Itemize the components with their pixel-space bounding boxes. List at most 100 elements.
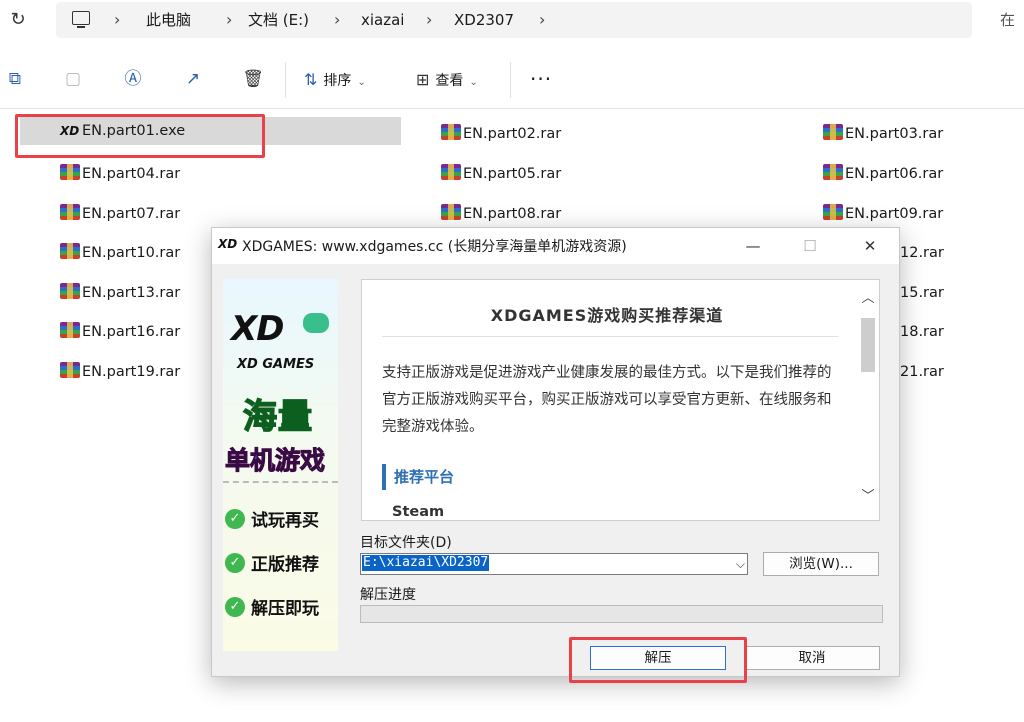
info-scrollbar[interactable]: ︿ ﹀ [858,280,878,520]
sort-label: 排序 [323,73,352,89]
address-bar: ↻ › 此电脑 › 文档 (E:) › xiazai › XD2307 › 在 [0,0,1024,46]
file-item[interactable]: EN.part03.rar [823,120,943,148]
file-name: EN.part04.rar [82,166,181,182]
highlight-box [569,637,747,683]
breadcrumb-this-pc[interactable]: 此电脑 [146,2,191,38]
gamepad-icon [303,313,329,333]
file-name: EN.part05.rar [463,166,562,182]
file-name: EN.part16.rar [82,324,181,340]
dest-path-combobox[interactable]: E:\xiazai\XD2307 ⌵ [360,553,748,575]
info-paragraph: 支持正版游戏是促进游戏产业健康发展的最佳方式。以下是我们推荐的官方正版游戏购买平… [382,365,832,435]
file-name: EN.part19.rar [82,364,181,380]
sort-icon: ⇅ [304,70,318,89]
extract-progress-bar [360,605,883,623]
dest-path-value[interactable]: E:\xiazai\XD2307 [362,555,490,571]
dialog-title: XDGAMES: www.xdgames.cc (长期分享海量单机游戏资源) [242,239,627,255]
banner-divider [223,481,338,489]
scroll-thumb[interactable] [861,318,875,372]
rar-archive-icon [60,322,80,338]
search-box[interactable]: 在 [1000,0,1015,40]
rar-archive-icon [60,283,80,299]
chevron-right-icon[interactable]: › [226,2,232,38]
rar-archive-icon [823,124,843,140]
banner-headline: 海量 [242,396,313,438]
toolbar-divider [510,62,511,98]
check-circle-icon: ✓ [225,509,245,529]
file-name: EN.part10.rar [82,245,181,261]
file-item[interactable]: EN.part07.rar [60,200,180,228]
minimize-icon[interactable]: — [740,234,766,258]
rar-archive-icon [60,243,80,259]
view-button[interactable]: ⊞ 查看 ⌄ [416,68,478,92]
breadcrumb[interactable]: › 此电脑 › 文档 (E:) › xiazai › XD2307 › [56,2,972,38]
chevron-right-icon[interactable]: › [426,2,432,38]
file-item[interactable]: EN.part16.rar [60,318,180,346]
view-label: 查看 [435,73,464,89]
toolbar-divider [285,62,286,98]
file-item[interactable]: EN.part05.rar [441,160,561,188]
info-title: XDGAMES游戏购买推荐渠道 [490,306,724,325]
info-divider [382,336,838,337]
file-name: EN.part09.rar [845,206,944,222]
this-pc-icon[interactable] [72,11,90,28]
file-item[interactable]: EN.part09.rar [823,200,943,228]
info-panel[interactable]: XDGAMES游戏购买推荐渠道 支持正版游戏是促进游戏产业健康发展的最佳方式。以… [361,279,880,521]
file-name: EN.part07.rar [82,206,181,222]
file-item[interactable]: EN.part02.rar [441,120,561,148]
file-item[interactable]: 15.rar [900,279,944,307]
breadcrumb-xiazai[interactable]: xiazai [361,2,404,38]
cancel-button[interactable]: 取消 [744,646,880,670]
share-icon[interactable]: ↗ [182,68,204,90]
rename-icon[interactable]: Ⓐ [122,68,144,90]
rar-archive-icon [441,124,461,140]
rar-archive-icon [441,164,461,180]
highlight-box [15,114,265,158]
delete-icon[interactable]: 🗑 [242,68,264,90]
refresh-icon[interactable]: ↻ [8,9,28,31]
check-circle-icon: ✓ [225,597,245,617]
file-item[interactable]: EN.part08.rar [441,200,561,228]
browse-button[interactable]: 浏览(W)... [763,552,879,576]
info-section-heading: 推荐平台 [382,464,454,490]
view-grid-icon: ⊞ [416,70,430,89]
rar-archive-icon [823,164,843,180]
scroll-up-icon[interactable]: ︿ [860,290,876,308]
file-item[interactable]: 12.rar [900,239,944,267]
banner-feature: ✓ 解压即玩 [225,595,319,623]
scroll-down-icon[interactable]: ﹀ [860,488,876,506]
copy-icon[interactable]: ⧉ [4,68,26,90]
chevron-right-icon[interactable]: › [539,2,545,38]
chevron-right-icon[interactable]: › [114,2,120,38]
file-name: EN.part03.rar [845,126,944,142]
file-item[interactable]: EN.part04.rar [60,160,180,188]
platform-steam: Steam [392,504,445,520]
rar-archive-icon [60,204,80,220]
breadcrumb-drive-e[interactable]: 文档 (E:) [248,2,309,38]
chevron-down-icon[interactable]: ⌵ [736,554,745,574]
banner-tagline: 单机游戏 [224,446,326,476]
progress-label: 解压进度 [360,587,416,603]
rar-archive-icon [441,204,461,220]
close-icon[interactable]: ✕ [857,234,883,258]
paste-icon[interactable]: ▢ [62,68,84,90]
maximize-icon: ☐ [803,237,817,255]
check-circle-icon: ✓ [225,553,245,573]
banner-logo: XD [231,309,284,349]
rar-archive-icon [60,362,80,378]
sort-button[interactable]: ⇅ 排序 ⌄ [304,68,366,92]
dialog-title-bar[interactable]: XD XDGAMES: www.xdgames.cc (长期分享海量单机游戏资源… [212,228,899,264]
file-item[interactable]: 18.rar [900,318,944,346]
promo-banner: XD XD GAMES 海量 单机游戏 ✓ 试玩再买 ✓ 正版推荐 ✓ 解压即玩 [223,279,338,651]
chevron-right-icon[interactable]: › [334,2,340,38]
dest-folder-label: 目标文件夹(D) [360,535,452,551]
file-item[interactable]: EN.part13.rar [60,279,180,307]
file-item[interactable]: EN.part10.rar [60,239,180,267]
banner-feature: ✓ 试玩再买 [225,507,319,535]
file-item[interactable]: EN.part19.rar [60,358,180,386]
file-item[interactable]: EN.part06.rar [823,160,943,188]
breadcrumb-xd2307[interactable]: XD2307 [454,2,514,38]
banner-feature: ✓ 正版推荐 [225,551,319,579]
more-options-button[interactable]: ··· [530,68,552,90]
extract-dialog: XD XDGAMES: www.xdgames.cc (长期分享海量单机游戏资源… [211,227,900,677]
file-item[interactable]: 21.rar [900,358,944,386]
